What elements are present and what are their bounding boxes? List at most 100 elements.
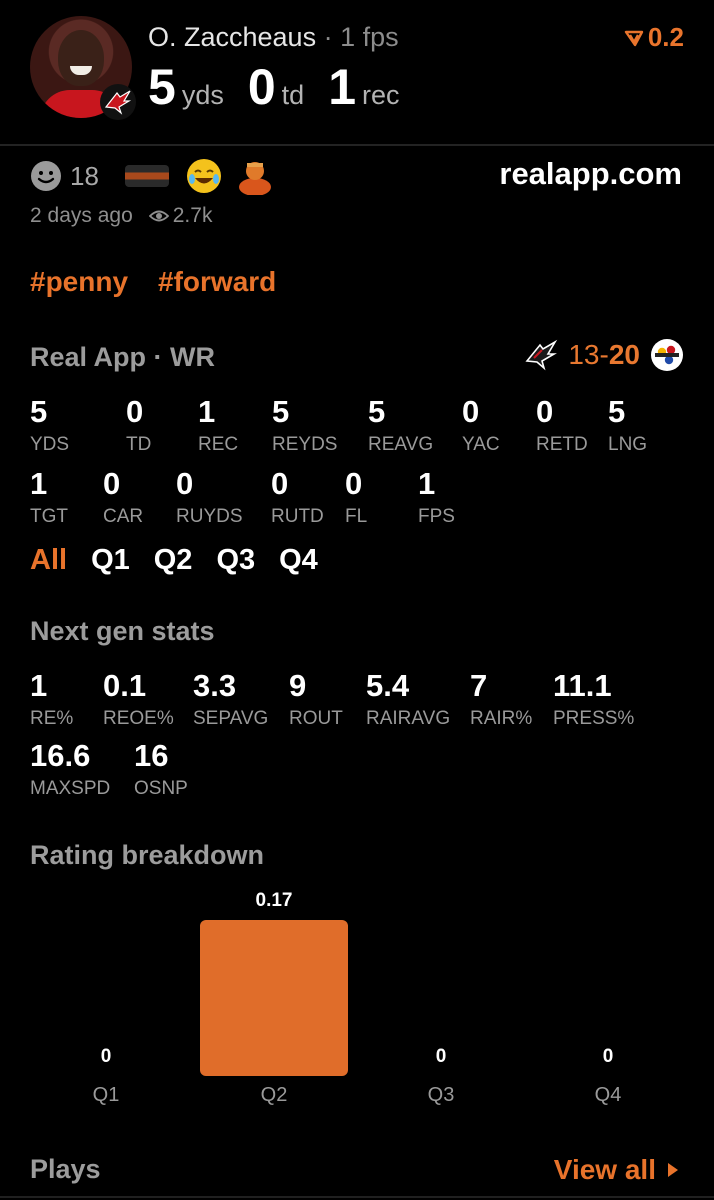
steelers-team-icon — [651, 339, 683, 371]
stat-fl: 0 FL — [345, 468, 367, 528]
reaction-count: 18 — [70, 160, 99, 191]
eye-icon — [148, 210, 169, 222]
chart-value-label-q1: 0 — [100, 1046, 112, 1067]
chart-value-label-q4: 0 — [602, 1046, 614, 1067]
headline-td-unit: td — [281, 80, 305, 110]
headline-rec-value: 1 — [328, 59, 356, 115]
headline-yds-unit: yds — [181, 80, 224, 110]
ngs-reoe-pct: 0.1 REOE% — [103, 670, 174, 730]
stat-ruyds: 0 RUYDS — [176, 468, 243, 528]
ngs-re-pct: 1 RE% — [30, 670, 73, 730]
source-domain-link[interactable]: realapp.com — [499, 156, 682, 192]
stat-value: 0 — [462, 394, 480, 429]
chart-bar-q2[interactable] — [200, 920, 348, 1076]
chart-x-label-q4: Q4 — [594, 1084, 622, 1106]
stat-label: CAR — [103, 506, 144, 527]
stat-label: RE% — [30, 708, 74, 729]
game-score[interactable]: 13-20 — [524, 338, 684, 372]
stat-fps: 1 FPS — [418, 468, 455, 528]
team-score: 13 — [568, 339, 600, 370]
reactions-row: 18 — [30, 157, 273, 195]
stat-label: REC — [198, 434, 239, 455]
chart-x-label-q2: Q2 — [260, 1084, 288, 1106]
hashtag-forward[interactable]: #forward — [158, 266, 276, 298]
tab-q4[interactable]: Q4 — [279, 544, 318, 577]
ngs-press-pct: 11.1 PRESS% — [553, 670, 634, 730]
stat-label: RAIRAVG — [366, 708, 451, 729]
rating-badge[interactable]: 0.2 — [624, 22, 684, 53]
stat-lng: 5 LNG — [608, 396, 647, 456]
stat-label: SEPAVG — [193, 708, 269, 729]
stat-value: 1 — [418, 466, 436, 501]
stat-value: 7 — [470, 668, 488, 703]
tab-all[interactable]: All — [30, 544, 67, 577]
next-gen-title: Next gen stats — [30, 616, 215, 646]
stat-value: 11.1 — [553, 668, 612, 703]
stat-value: 0.1 — [103, 668, 147, 703]
bottom-divider — [0, 1196, 714, 1198]
stat-reyds: 5 REYDS — [272, 396, 337, 456]
laughing-emoji-icon[interactable] — [185, 157, 223, 195]
player-fps: · 1 fps — [323, 22, 399, 52]
ngs-osnp: 16 OSNP — [134, 740, 188, 800]
stat-td: 0 TD — [126, 396, 151, 456]
view-all-link[interactable]: View all — [554, 1154, 680, 1186]
player-name[interactable]: O. Zaccheaus — [148, 22, 316, 52]
time-ago: 2 days ago — [30, 204, 133, 227]
stat-value: 0 — [271, 466, 289, 501]
stat-label: REAVG — [368, 434, 434, 455]
stat-label: TD — [126, 434, 152, 455]
stat-value: 9 — [289, 668, 307, 703]
player-name-line[interactable]: O. Zaccheaus · 1 fps — [148, 22, 399, 53]
tab-q2[interactable]: Q2 — [154, 544, 193, 577]
views-count: 2.7k — [172, 204, 213, 227]
stat-yac: 0 YAC — [462, 396, 500, 456]
stat-yds: 5 YDS — [30, 396, 69, 456]
stat-label: REYDS — [272, 434, 338, 455]
stat-label: ROUT — [289, 708, 343, 729]
stat-value: 0 — [176, 466, 194, 501]
stat-label: LNG — [608, 434, 648, 455]
stat-value: 0 — [345, 466, 363, 501]
game-title: Real App · WR — [30, 342, 215, 372]
stat-label: FL — [345, 506, 368, 527]
player-face — [58, 30, 104, 86]
tab-q1[interactable]: Q1 — [91, 544, 130, 577]
stat-retd: 0 RETD — [536, 396, 588, 456]
stat-car: 0 CAR — [103, 468, 143, 528]
stat-value: 0 — [126, 394, 144, 429]
headline-stats: 5 yds 0 td 1 rec — [148, 58, 424, 116]
tab-q3[interactable]: Q3 — [216, 544, 255, 577]
ngs-sepavg: 3.3 SEPAVG — [193, 670, 268, 730]
stat-value: 5 — [30, 394, 48, 429]
stat-label: RUTD — [271, 506, 324, 527]
character-sticker-icon[interactable] — [237, 157, 273, 195]
rating-funnel-icon — [624, 30, 644, 46]
stat-label: RAIR% — [470, 708, 533, 729]
stat-value: 3.3 — [193, 668, 237, 703]
stat-label: PRESS% — [553, 708, 635, 729]
stat-reavg: 5 REAVG — [368, 396, 433, 456]
chart-x-label-q3: Q3 — [427, 1084, 455, 1106]
opponent-score: 20 — [608, 339, 640, 370]
ngs-rout: 9 ROUT — [289, 670, 343, 730]
stat-rec: 1 REC — [198, 396, 238, 456]
stat-label: TGT — [30, 506, 68, 527]
chart-value-label-q3: 0 — [435, 1046, 447, 1067]
stat-value: 16 — [134, 738, 169, 773]
stat-value: 5 — [368, 394, 386, 429]
sticker-banner-icon[interactable] — [124, 165, 169, 187]
headline-rec-unit: rec — [362, 80, 400, 110]
chart-value-label-q2: 0.17 — [255, 890, 293, 911]
hashtag-penny[interactable]: #penny — [30, 266, 128, 298]
stat-value: 0 — [103, 466, 121, 501]
stat-label: FPS — [418, 506, 455, 527]
smiley-reaction-icon[interactable] — [30, 160, 62, 192]
falcons-team-icon — [525, 339, 558, 371]
plays-title: Plays — [30, 1154, 101, 1184]
stat-value: 5 — [272, 394, 290, 429]
play-arrow-icon — [668, 1163, 678, 1177]
rating-value: 0.2 — [647, 22, 684, 52]
chart-x-label-q1: Q1 — [92, 1084, 120, 1106]
stat-label: YDS — [30, 434, 70, 455]
